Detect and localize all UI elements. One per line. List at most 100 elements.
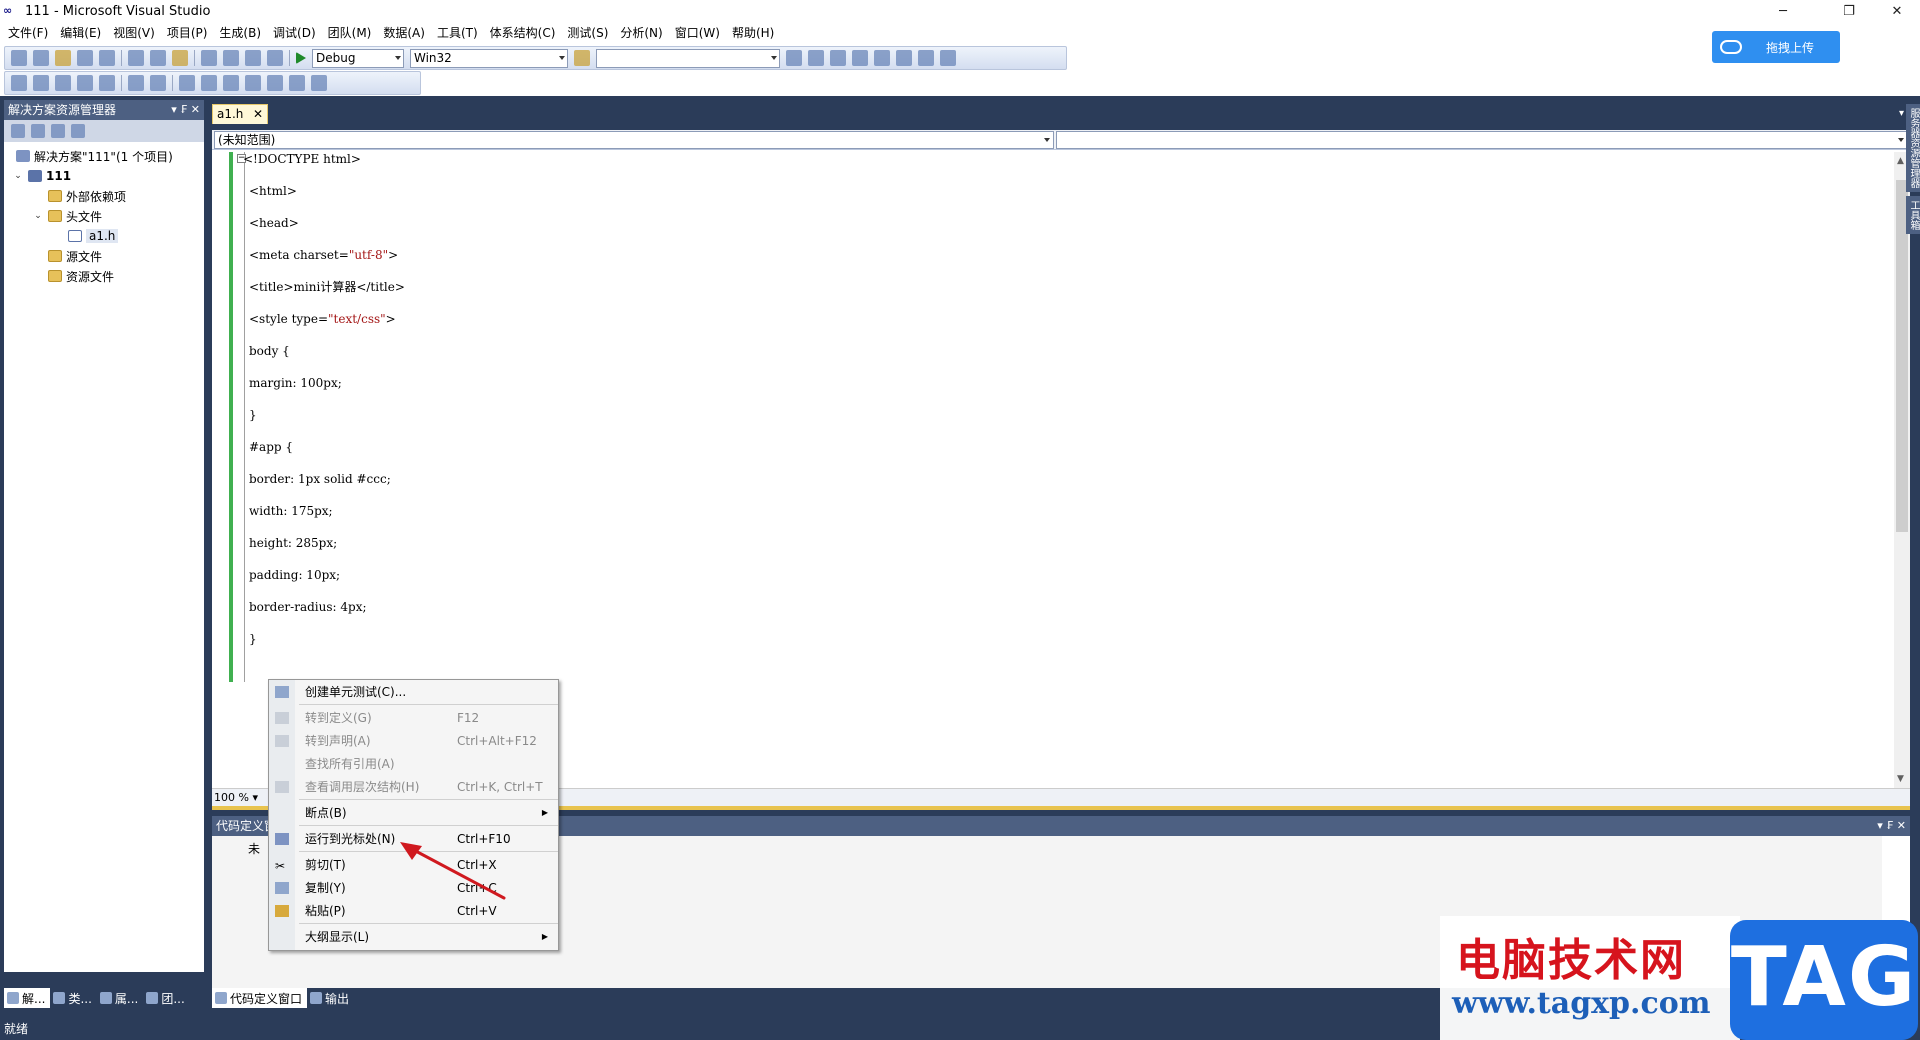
properties-icon[interactable] (11, 124, 25, 138)
find-in-files-icon[interactable] (574, 50, 590, 66)
tab-solution-explorer[interactable]: 解... (4, 988, 51, 1008)
scope-select[interactable]: (未知范围) (214, 131, 1054, 149)
close-button[interactable]: ✕ (1874, 0, 1920, 22)
increase-indent-icon[interactable] (128, 75, 144, 91)
toolbar-separator (172, 75, 173, 91)
zoom-select[interactable]: 100 % ▾ (212, 789, 268, 806)
uncomment-lines-icon[interactable] (179, 75, 195, 91)
find-icon[interactable] (786, 50, 802, 66)
menu-test[interactable]: 测试(S) (561, 22, 614, 44)
redo-icon[interactable] (223, 50, 239, 66)
menu-item-find-all-references[interactable]: 查找所有引用(A) (269, 752, 558, 775)
window-layout-icon[interactable] (940, 50, 956, 66)
menu-help[interactable]: 帮助(H) (726, 22, 780, 44)
copy-icon[interactable] (150, 50, 166, 66)
decrease-indent-icon[interactable] (99, 75, 115, 91)
tree-node-external-dependencies[interactable]: 外部依赖项 (4, 186, 204, 206)
menu-item-breakpoint[interactable]: 断点(B) ▶ (269, 801, 558, 824)
tree-node-solution[interactable]: 解决方案"111"(1 个项目) (4, 146, 204, 166)
navigate-backward-icon[interactable] (245, 50, 261, 66)
menu-item-create-unit-test[interactable]: 创建单元测试(C)... (269, 680, 558, 703)
menu-item-goto-definition[interactable]: 转到定义(G) F12 (269, 706, 558, 729)
tab-output[interactable]: 输出 (307, 988, 354, 1008)
next-bookmark-folder-icon[interactable] (289, 75, 305, 91)
menu-item-view-call-hierarchy[interactable]: 查看调用层次结构(H) Ctrl+K, Ctrl+T (269, 775, 558, 798)
tree-node-resource-files[interactable]: 资源文件 (4, 266, 204, 286)
cut-icon[interactable] (128, 50, 144, 66)
scroll-down-icon[interactable]: ▼ (1897, 774, 1904, 784)
start-page-icon[interactable] (896, 50, 912, 66)
next-bookmark-icon[interactable] (245, 75, 261, 91)
menu-item-goto-declaration[interactable]: 转到声明(A) Ctrl+Alt+F12 (269, 729, 558, 752)
menu-item-outlining[interactable]: 大纲显示(L) ▶ (269, 925, 558, 948)
display-parameter-info-icon[interactable] (33, 75, 49, 91)
find-combo[interactable] (596, 48, 780, 68)
expanded-arrow-icon[interactable]: ⌄ (32, 211, 44, 221)
upload-button[interactable]: 拖拽上传 (1712, 31, 1840, 63)
undo-icon[interactable] (201, 50, 217, 66)
tree-node-header-files[interactable]: ⌄ 头文件 (4, 206, 204, 226)
member-select[interactable] (1056, 131, 1908, 149)
add-item-icon[interactable] (33, 50, 49, 66)
display-word-completion-icon[interactable] (77, 75, 93, 91)
panel-window-buttons[interactable]: ▾ ₣ ✕ (171, 100, 200, 120)
tab-a1h[interactable]: a1.h ✕ (212, 104, 268, 124)
menu-item-paste[interactable]: 粘贴(P) Ctrl+V (269, 899, 558, 922)
paste-icon[interactable] (172, 50, 188, 66)
solution-explorer-icon (7, 992, 19, 1004)
restore-button[interactable]: ❐ (1826, 0, 1872, 22)
solution-explorer-icon[interactable] (808, 50, 824, 66)
solution-configuration-select[interactable]: Debug (312, 48, 404, 68)
minimize-button[interactable]: ─ (1760, 0, 1806, 22)
tab-class-view[interactable]: 类... (50, 988, 96, 1008)
new-project-icon[interactable] (11, 50, 27, 66)
save-icon[interactable] (77, 50, 93, 66)
toggle-bookmark-icon[interactable] (201, 75, 217, 91)
menu-view[interactable]: 视图(V) (107, 22, 161, 44)
refresh-icon[interactable] (51, 124, 65, 138)
previous-bookmark-folder-icon[interactable] (267, 75, 283, 91)
tab-property-manager[interactable]: 属... (97, 988, 143, 1008)
expanded-arrow-icon[interactable]: ⌄ (12, 171, 24, 181)
menu-team[interactable]: 团队(M) (322, 22, 378, 44)
menu-window[interactable]: 窗口(W) (669, 22, 726, 44)
menu-debug[interactable]: 调试(D) (267, 22, 322, 44)
display-object-member-list-icon[interactable] (11, 75, 27, 91)
menu-edit[interactable]: 编辑(E) (54, 22, 107, 44)
start-debugging-icon[interactable] (296, 52, 306, 64)
tab-toolbox[interactable]: 工具箱 (1906, 196, 1920, 234)
menu-data[interactable]: 数据(A) (377, 22, 431, 44)
display-quick-info-icon[interactable] (55, 75, 71, 91)
previous-bookmark-icon[interactable] (223, 75, 239, 91)
tab-dropdown-icon[interactable]: ▾ (1899, 108, 1904, 119)
comment-lines-icon[interactable] (150, 75, 166, 91)
menu-analyze[interactable]: 分析(N) (614, 22, 668, 44)
menu-file[interactable]: 文件(F) (2, 22, 54, 44)
menu-build[interactable]: 生成(B) (213, 22, 267, 44)
tab-code-definition[interactable]: 代码定义窗口 (212, 988, 308, 1008)
solution-platform-select[interactable]: Win32 (410, 48, 568, 68)
menu-project[interactable]: 项目(P) (161, 22, 214, 44)
show-all-files-icon[interactable] (31, 124, 45, 138)
class-diagram-icon[interactable] (71, 124, 85, 138)
tree-node-source-files[interactable]: 源文件 (4, 246, 204, 266)
object-browser-icon[interactable] (852, 50, 868, 66)
panel-window-buttons[interactable]: ▾ ₣ ✕ (1877, 816, 1906, 836)
menu-architecture[interactable]: 体系结构(C) (484, 22, 562, 44)
navigate-forward-icon[interactable] (267, 50, 283, 66)
open-file-icon[interactable] (55, 50, 71, 66)
tree-node-project[interactable]: ⌄ 111 (4, 166, 204, 186)
right-auto-hide-strip: 服务器资源管理器 工具箱 (1906, 104, 1920, 294)
toolbox-icon[interactable] (874, 50, 890, 66)
tab-team-explorer[interactable]: 团... (143, 988, 189, 1008)
menu-tools[interactable]: 工具(T) (431, 22, 484, 44)
clear-bookmarks-icon[interactable] (311, 75, 327, 91)
extension-manager-icon[interactable] (918, 50, 934, 66)
tree-node-a1h[interactable]: a1.h (4, 226, 204, 246)
properties-icon[interactable] (830, 50, 846, 66)
standard-toolbar: Debug Win32 (4, 46, 1067, 70)
close-tab-icon[interactable]: ✕ (253, 105, 263, 124)
tab-server-explorer[interactable]: 服务器资源管理器 (1906, 104, 1920, 192)
save-all-icon[interactable] (99, 50, 115, 66)
scroll-up-icon[interactable]: ▲ (1897, 156, 1904, 166)
